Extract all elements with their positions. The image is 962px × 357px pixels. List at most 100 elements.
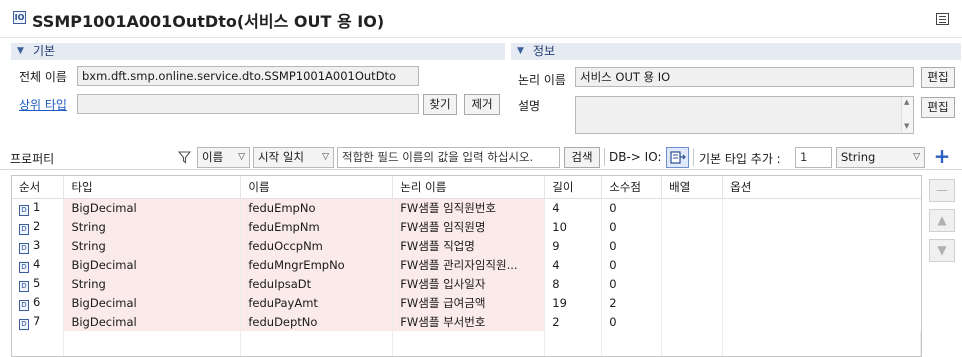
cell-logical[interactable]: FW샘플 입사일자	[392, 274, 546, 293]
scroll-down-icon[interactable]: ▼	[904, 122, 909, 130]
col-header-decimal[interactable]: 소수점	[601, 176, 663, 199]
cell-length[interactable]: 4	[544, 255, 603, 274]
description-field[interactable]	[575, 96, 914, 134]
cell-logical[interactable]: FW샘플 직업명	[392, 236, 546, 255]
table-row[interactable]: D 5 String feduIpsaDt FW샘플 입사일자 8 0	[12, 274, 921, 293]
cell-decimal[interactable]: 0	[601, 312, 663, 331]
search-button[interactable]: 검색	[564, 147, 600, 168]
cell-type[interactable]: BigDecimal	[63, 293, 242, 312]
filter-field-select[interactable]: 이름 ▽	[197, 147, 250, 168]
cell-type[interactable]: BigDecimal	[63, 255, 242, 274]
scroll-up-icon[interactable]: ▲	[904, 98, 909, 106]
cell-decimal[interactable]: 0	[601, 217, 663, 236]
table-row[interactable]: D 6 BigDecimal feduPayAmt FW샘플 급여금액 19 2	[12, 293, 921, 312]
cell-option[interactable]	[722, 217, 921, 236]
cell-array[interactable]	[661, 255, 724, 274]
cell-decimal[interactable]: 0	[601, 236, 663, 255]
remove-button[interactable]: 제거	[464, 94, 500, 115]
cell-seq[interactable]: D3	[12, 236, 65, 255]
collapse-arrow-icon[interactable]: ▼	[17, 43, 24, 60]
cell-type[interactable]: String	[63, 217, 242, 236]
table-row[interactable]: D 7 BigDecimal feduDeptNo FW샘플 부서번호 2 0	[12, 312, 921, 331]
cell-name[interactable]: feduPayAmt	[240, 293, 394, 312]
cell-logical[interactable]: FW샘플 급여금액	[392, 293, 546, 312]
cell-length[interactable]: 19	[544, 293, 603, 312]
outline-toggle-icon[interactable]	[936, 13, 949, 25]
parent-type-link[interactable]: 상위 타입	[19, 96, 67, 113]
cell-array[interactable]	[661, 217, 724, 236]
cell-array[interactable]	[661, 236, 724, 255]
cell-type[interactable]: BigDecimal	[63, 312, 242, 331]
table-row[interactable]: D 3 String feduOccpNm FW샘플 직업명 9 0	[12, 236, 921, 255]
cell-decimal[interactable]: 0	[601, 274, 663, 293]
cell-name[interactable]: feduEmpNm	[240, 217, 394, 236]
move-down-button[interactable]: ▼	[929, 239, 955, 262]
cell-name[interactable]: feduOccpNm	[240, 236, 394, 255]
cell-seq[interactable]: D6	[12, 293, 65, 312]
cell-name[interactable]: feduEmpNo	[240, 198, 394, 217]
find-button[interactable]: 찾기	[423, 94, 457, 115]
cell-decimal[interactable]: 0	[601, 198, 663, 217]
cell-option[interactable]	[722, 274, 921, 293]
cell-seq[interactable]: D7	[12, 312, 65, 331]
collapse-arrow-icon[interactable]: ▼	[517, 43, 524, 60]
cell-seq[interactable]: D1	[12, 198, 65, 217]
cell-array[interactable]	[661, 198, 724, 217]
cell-type[interactable]: String	[63, 236, 242, 255]
cell-name[interactable]: feduMngrEmpNo	[240, 255, 394, 274]
cell-option[interactable]	[722, 312, 921, 331]
section-info-header[interactable]: ▼ 정보	[511, 43, 961, 60]
section-basic-header[interactable]: ▼ 기본	[11, 43, 505, 60]
col-header-length[interactable]: 길이	[544, 176, 603, 199]
edit-logical-button[interactable]: 편집	[921, 67, 955, 88]
cell-decimal[interactable]: 2	[601, 293, 663, 312]
remove-row-button[interactable]: —	[929, 179, 955, 202]
col-header-array[interactable]: 배열	[661, 176, 724, 199]
search-input[interactable]: 적합한 필드 이름의 값을 입력 하십시오.	[337, 147, 560, 168]
col-header-logical[interactable]: 논리 이름	[392, 176, 546, 199]
parent-type-field[interactable]	[77, 94, 419, 114]
table-row[interactable]: D 4 BigDecimal feduMngrEmpNo FW샘플 관리자임직원... 4…	[12, 255, 921, 274]
cell-logical[interactable]: FW샘플 임직원명	[392, 217, 546, 236]
cell-option[interactable]	[722, 236, 921, 255]
cell-option[interactable]	[722, 198, 921, 217]
cell-length[interactable]: 8	[544, 274, 603, 293]
cell-decimal[interactable]: 0	[601, 255, 663, 274]
cell-length[interactable]: 10	[544, 217, 603, 236]
table-row[interactable]: D 2 String feduEmpNm FW샘플 임직원명 10 0	[12, 217, 921, 236]
description-scrollbar[interactable]: ▲ ▼	[901, 97, 913, 133]
cell-type[interactable]: BigDecimal	[63, 198, 242, 217]
fullname-field[interactable]: bxm.dft.smp.online.service.dto.SSMP1001A…	[77, 66, 419, 86]
cell-name[interactable]: feduIpsaDt	[240, 274, 394, 293]
add-property-button[interactable]: +	[931, 146, 953, 168]
db-to-io-button[interactable]	[666, 147, 689, 168]
edit-description-button[interactable]: 편집	[921, 97, 955, 118]
logical-name-field[interactable]: 서비스 OUT 용 IO	[575, 67, 914, 87]
add-count-input[interactable]: 1	[795, 147, 832, 168]
cell-seq[interactable]: D5	[12, 274, 65, 293]
filter-icon[interactable]	[178, 151, 191, 164]
col-header-seq[interactable]: 순서	[12, 176, 65, 199]
cell-seq[interactable]: D2	[12, 217, 65, 236]
cell-length[interactable]: 2	[544, 312, 603, 331]
col-header-option[interactable]: 옵션	[722, 176, 921, 199]
cell-name[interactable]: feduDeptNo	[240, 312, 394, 331]
cell-array[interactable]	[661, 274, 724, 293]
move-up-button[interactable]: ▲	[929, 209, 955, 232]
cell-logical[interactable]: FW샘플 부서번호	[392, 312, 546, 331]
cell-logical[interactable]: FW샘플 관리자임직원...	[392, 255, 546, 274]
cell-length[interactable]: 4	[544, 198, 603, 217]
cell-array[interactable]	[661, 312, 724, 331]
col-header-type[interactable]: 타입	[63, 176, 242, 199]
match-mode-select[interactable]: 시작 일치 ▽	[253, 147, 334, 168]
cell-option[interactable]	[722, 293, 921, 312]
cell-option[interactable]	[722, 255, 921, 274]
basic-type-select[interactable]: String ▽	[836, 147, 925, 168]
table-row[interactable]: D 1 BigDecimal feduEmpNo FW샘플 임직원번호 4 0	[12, 198, 921, 217]
cell-type[interactable]: String	[63, 274, 242, 293]
cell-seq[interactable]: D4	[12, 255, 65, 274]
cell-array[interactable]	[661, 293, 724, 312]
cell-logical[interactable]: FW샘플 임직원번호	[392, 198, 546, 217]
col-header-name[interactable]: 이름	[240, 176, 394, 199]
cell-length[interactable]: 9	[544, 236, 603, 255]
